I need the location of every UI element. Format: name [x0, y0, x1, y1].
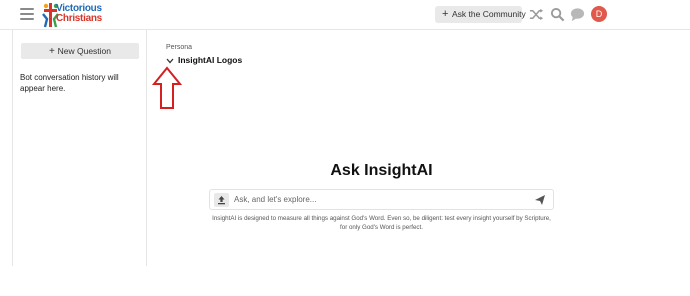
page-title: Ask InsightAI — [330, 162, 433, 179]
shuffle-icon[interactable] — [529, 7, 544, 22]
send-icon[interactable] — [534, 194, 546, 206]
question-input-box — [209, 189, 554, 210]
site-logo[interactable]: Victorious Christians — [41, 1, 113, 29]
plus-icon: + — [442, 8, 449, 20]
new-question-label: New Question — [57, 46, 111, 56]
persona-label: Persona — [166, 44, 193, 51]
menu-icon[interactable] — [20, 8, 34, 20]
question-input[interactable] — [234, 190, 524, 209]
persona-selected-value: InsightAI Logos — [178, 55, 243, 65]
ask-community-button[interactable]: + Ask the Community — [435, 6, 526, 23]
new-question-button[interactable]: + New Question — [21, 43, 139, 59]
plus-icon: + — [48, 46, 58, 57]
chat-icon[interactable] — [570, 7, 585, 22]
logo-line-2: Christians — [56, 13, 102, 24]
history-placeholder-text: Bot conversation history will appear her… — [20, 73, 119, 93]
ask-community-label: Ask the Community — [452, 9, 526, 19]
upload-button[interactable] — [214, 193, 229, 207]
annotation-up-arrow-icon — [152, 66, 182, 109]
persona-selector[interactable]: InsightAI Logos — [166, 55, 242, 65]
disclaimer-text: InsightAI is designed to measure all thi… — [212, 215, 551, 231]
search-icon[interactable] — [550, 7, 565, 22]
user-avatar[interactable]: D — [591, 6, 607, 22]
chevron-down-icon — [166, 58, 174, 64]
top-header: Victorious Christians + Ask the Community… — [0, 0, 690, 30]
upload-icon — [218, 196, 225, 205]
sidebar: + New Question Bot conversation history … — [12, 30, 147, 266]
